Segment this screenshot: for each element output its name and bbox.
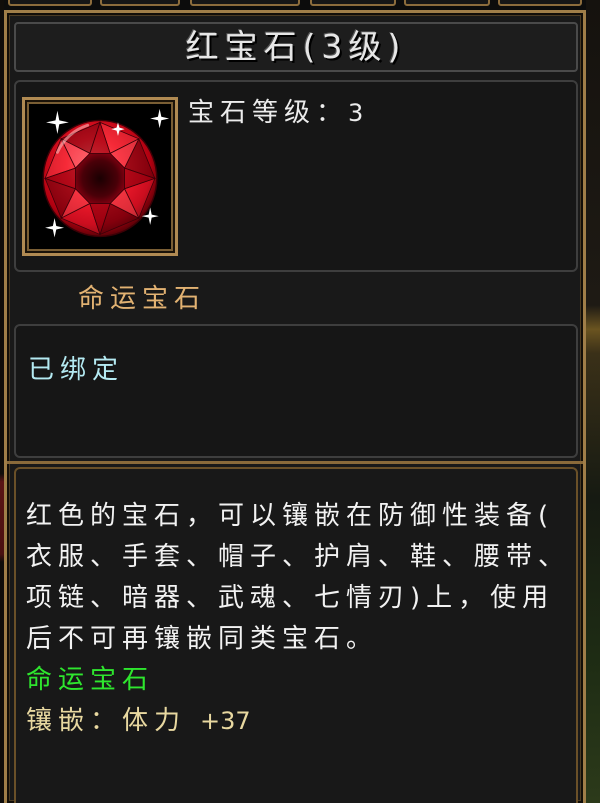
category-row: 命运宝石	[7, 276, 577, 322]
description-line: 衣服、手套、帽子、护肩、鞋、腰带、	[26, 542, 571, 572]
top-frame-edge	[8, 0, 92, 6]
inlay-value: +37	[200, 707, 251, 735]
item-icon-frame	[22, 97, 178, 256]
top-frame-edge	[404, 0, 490, 6]
title-bar: 红宝石(3级)	[14, 22, 578, 72]
binding-status: 已绑定	[28, 355, 125, 385]
binding-box: 已绑定	[14, 324, 578, 458]
top-frame-edge	[190, 0, 300, 6]
gem-level-value: 3	[348, 99, 364, 127]
description-box: 红色的宝石，可以镶嵌在防御性装备( 衣服、手套、帽子、护肩、鞋、腰带、 项链、暗…	[14, 467, 578, 803]
gem-level: 宝石等级：3	[188, 93, 363, 133]
red-gem-icon	[42, 108, 170, 238]
description-line: 项链、暗器、武魂、七情刃)上，使用	[26, 583, 555, 613]
background-scene-right	[586, 0, 600, 803]
top-frame-edge	[100, 0, 180, 6]
section-divider	[7, 461, 583, 464]
top-frame-edge	[498, 0, 582, 6]
set-name: 命运宝石	[26, 665, 155, 695]
inlay-attribute: 体力	[122, 706, 187, 736]
gem-category: 命运宝石	[78, 284, 207, 314]
item-tooltip: 红宝石(3级) 宝石等级：3 命运宝石 已绑定 红色的宝石，可以镶嵌在防御性装备…	[4, 10, 586, 803]
top-frame-edge	[310, 0, 396, 6]
inlay-label: 镶嵌：	[26, 706, 123, 736]
description-line: 后不可再镶嵌同类宝石。	[26, 624, 379, 654]
description-line: 红色的宝石，可以镶嵌在防御性装备(	[26, 501, 555, 531]
inlay-bonus: 镶嵌：体力 +37	[26, 701, 570, 742]
item-title: 红宝石(3级)	[185, 27, 407, 66]
gem-level-label: 宝石等级：	[188, 98, 349, 128]
item-info-box: 宝石等级：3	[14, 80, 578, 272]
description-text: 红色的宝石，可以镶嵌在防御性装备( 衣服、手套、帽子、护肩、鞋、腰带、 项链、暗…	[26, 496, 570, 742]
